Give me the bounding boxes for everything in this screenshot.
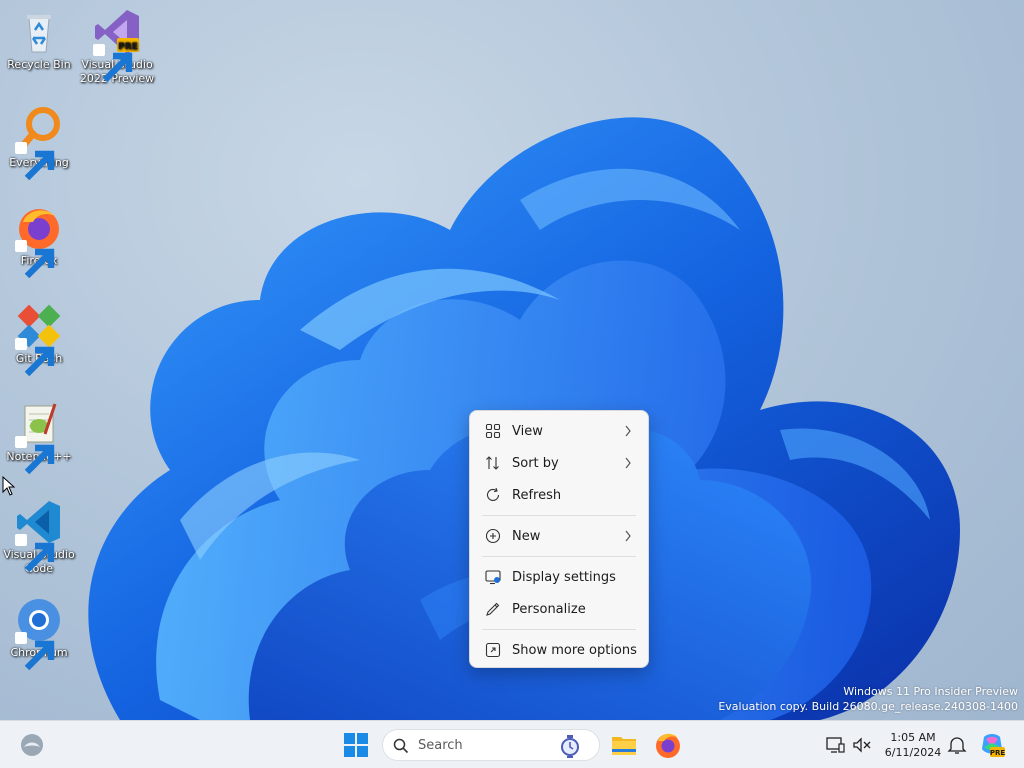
shortcut-arrow-icon — [15, 142, 55, 181]
menu-item-display-settings[interactable]: Display settings — [470, 561, 648, 593]
menu-item-label: Refresh — [512, 487, 562, 503]
mouse-cursor-icon — [2, 476, 16, 496]
speaker-battery-icon — [853, 737, 871, 753]
shortcut-arrow-icon — [93, 44, 133, 83]
menu-item-personalize[interactable]: Personalize — [470, 593, 648, 625]
copilot-pre-badge: PRE — [990, 749, 1006, 757]
search-placeholder: Search — [418, 738, 463, 753]
widgets-button[interactable] — [16, 729, 48, 761]
tray-sound-button[interactable] — [851, 734, 873, 756]
menu-item-label: New — [512, 528, 541, 544]
copilot-button[interactable]: PRE — [978, 731, 1006, 759]
menu-item-sort-by[interactable]: Sort by — [470, 447, 648, 479]
desktop-icon-git-bash[interactable]: Git Bash — [0, 302, 78, 377]
notepad-plus-plus-icon — [15, 400, 63, 475]
clock-date: 6/11/2024 — [884, 746, 942, 759]
plus-circle-icon — [485, 528, 501, 544]
desktop-icon-vscode[interactable]: Visual Studio Code — [0, 498, 78, 576]
display-settings-icon — [485, 569, 501, 585]
desktop-icon-everything[interactable]: Everything — [0, 106, 78, 181]
notifications-button[interactable] — [946, 734, 968, 756]
shortcut-arrow-icon — [15, 534, 55, 573]
visual-studio-icon: PRE — [93, 8, 141, 83]
desktop-icon-firefox[interactable]: Firefox — [0, 204, 78, 279]
taskbar: Search 1:05 AM 6/11/2024 PRE — [0, 720, 1024, 768]
firefox-icon — [656, 733, 680, 758]
desktop-icon-notepad-plus-plus[interactable]: Notepad++ — [0, 400, 78, 475]
menu-item-view[interactable]: View — [470, 415, 648, 447]
shortcut-arrow-icon — [15, 632, 55, 671]
clock-time: 1:05 AM — [890, 731, 936, 744]
menu-item-refresh[interactable]: Refresh — [470, 479, 648, 511]
watermark-edition: Windows 11 Pro Insider Preview — [843, 685, 1018, 698]
refresh-icon — [485, 487, 501, 503]
tray-network-button[interactable] — [824, 734, 846, 756]
sort-arrows-icon — [485, 455, 501, 471]
chromium-icon — [15, 596, 63, 671]
git-bash-icon — [15, 302, 63, 377]
menu-item-label: Personalize — [512, 601, 586, 617]
desktop-icon-visual-studio[interactable]: PRE Visual Studio 2022 Preview — [78, 8, 156, 86]
taskbar-search-box[interactable]: Search — [382, 729, 600, 761]
menu-item-label: Show more options — [512, 642, 637, 658]
desktop-icon-chromium[interactable]: Chromium — [0, 596, 78, 671]
start-icon — [344, 733, 368, 757]
desktop-icon-label: Recycle Bin — [7, 58, 71, 71]
network-display-icon — [826, 737, 845, 753]
menu-item-label: View — [512, 423, 543, 439]
chevron-right-icon — [625, 530, 631, 542]
recycle-bin-icon — [15, 8, 63, 56]
desktop-icon-recycle-bin[interactable]: Recycle Bin — [0, 8, 78, 72]
file-explorer-icon — [612, 737, 636, 755]
search-highlight-icon[interactable] — [557, 733, 583, 759]
menu-item-label: Display settings — [512, 569, 616, 585]
desktop-context-menu: View Sort by Refresh New Display setting… — [469, 410, 649, 668]
menu-separator — [482, 515, 636, 516]
menu-item-label: Sort by — [512, 455, 559, 471]
copilot-pre-icon: PRE — [982, 734, 1006, 757]
chevron-right-icon — [625, 457, 631, 469]
widgets-icon — [21, 734, 43, 756]
menu-item-show-more-options[interactable]: Show more options — [470, 634, 648, 666]
firefox-icon — [15, 204, 63, 279]
menu-item-new[interactable]: New — [470, 520, 648, 552]
file-explorer-button[interactable] — [608, 729, 640, 761]
notification-bell-icon — [947, 737, 967, 754]
grid-view-icon — [485, 423, 501, 439]
menu-separator — [482, 629, 636, 630]
vscode-icon — [15, 498, 63, 573]
search-icon — [393, 738, 409, 754]
menu-separator — [482, 556, 636, 557]
pen-icon — [485, 601, 501, 617]
desktop[interactable]: Recycle Bin PRE Visual Studio 2022 Previ… — [0, 0, 1024, 720]
more-options-icon — [485, 642, 501, 658]
shortcut-arrow-icon — [15, 338, 55, 377]
start-button[interactable] — [340, 729, 372, 761]
shortcut-arrow-icon — [15, 240, 55, 279]
shortcut-arrow-icon — [15, 436, 55, 475]
watermark-build: Evaluation copy. Build 26080.ge_release.… — [718, 700, 1018, 713]
evaluation-watermark: Windows 11 Pro Insider Preview Evaluatio… — [718, 684, 1018, 714]
chevron-right-icon — [625, 425, 631, 437]
everything-search-icon — [15, 106, 63, 181]
firefox-taskbar-button[interactable] — [652, 729, 684, 761]
taskbar-clock[interactable]: 1:05 AM 6/11/2024 — [880, 730, 946, 760]
